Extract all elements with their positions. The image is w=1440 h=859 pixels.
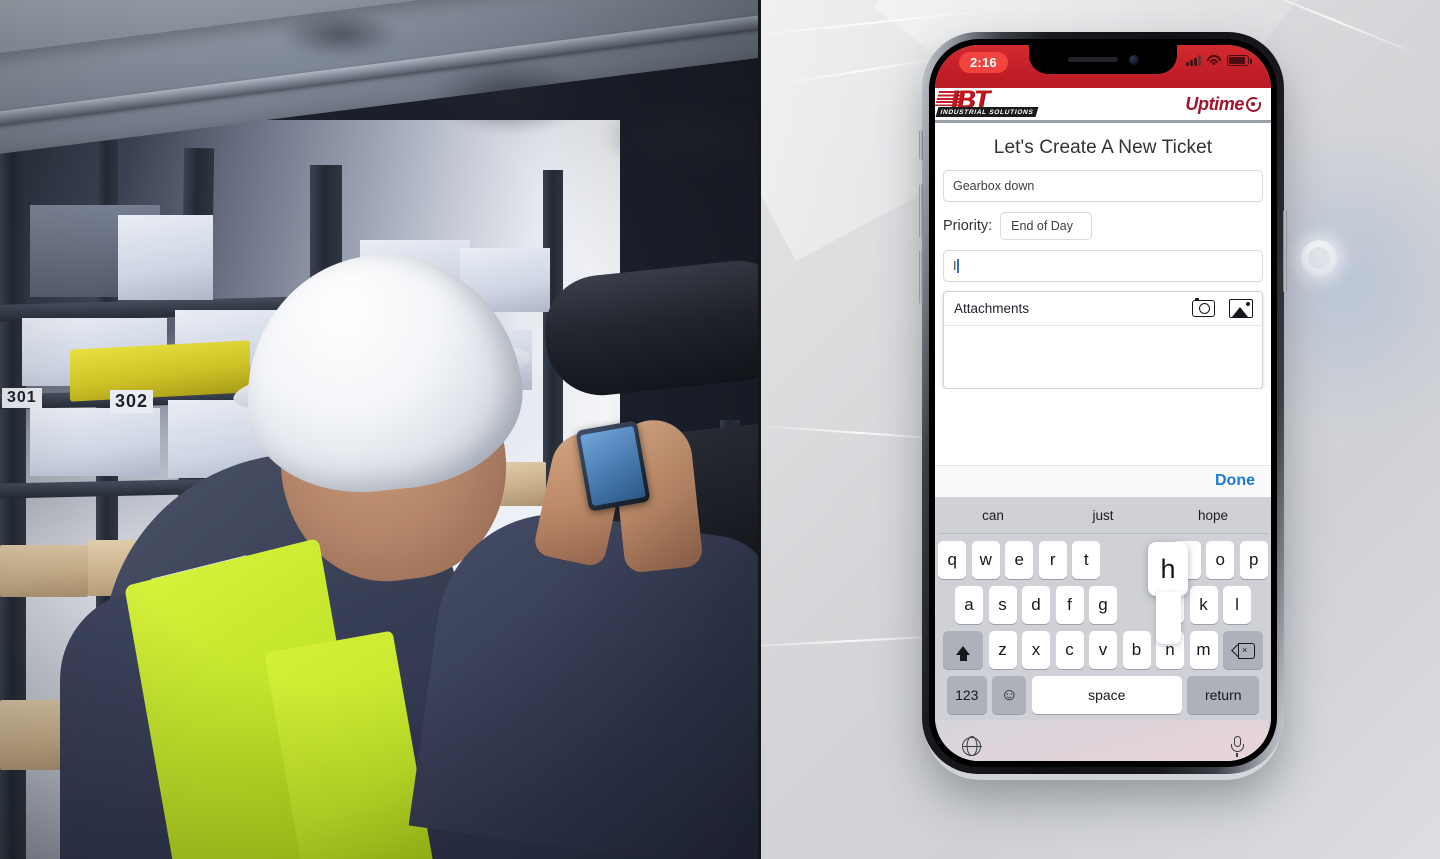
refresh-circle-icon	[1246, 96, 1261, 112]
attachments-header: Attachments	[944, 292, 1262, 326]
key-s[interactable]: s	[988, 586, 1017, 624]
wifi-icon	[1207, 55, 1221, 66]
silence-switch[interactable]	[919, 130, 923, 160]
delete-icon: ×	[1233, 643, 1255, 659]
status-indicators	[1186, 55, 1252, 66]
photo-bin-label: 301	[2, 388, 42, 408]
attachments-card: Attachments	[943, 291, 1263, 389]
key-p[interactable]: p	[1239, 541, 1268, 579]
key-x[interactable]: x	[1022, 631, 1050, 669]
key-press-popup: h	[1148, 542, 1188, 644]
microphone-icon[interactable]	[1230, 735, 1244, 757]
photo-bin-label: 302	[110, 390, 154, 413]
power-button[interactable]	[1283, 210, 1287, 292]
key-a[interactable]: a	[955, 586, 983, 624]
photo-beam-smudge	[600, 96, 760, 178]
predictive-suggestion-bar: can just hope	[938, 497, 1268, 534]
key-d[interactable]: d	[1022, 586, 1050, 624]
photo-handheld-phone-screen	[580, 425, 646, 507]
volume-up-button[interactable]	[919, 184, 923, 238]
suggestion-item[interactable]: can	[938, 508, 1048, 523]
key-t[interactable]: t	[1072, 541, 1101, 579]
space-key[interactable]: space	[1031, 676, 1182, 714]
phone-screen: 2:16 IBT INDUSTRIAL SOLUTIONS Uptime Let…	[935, 45, 1271, 761]
cellular-signal-icon	[1186, 55, 1201, 66]
photo-library-icon[interactable]	[1229, 299, 1253, 318]
priority-label: Priority:	[943, 218, 993, 234]
background-photo-warehouse: 301 302	[0, 0, 760, 859]
uptime-logo: Uptime	[1185, 94, 1261, 115]
priority-select[interactable]: End of Day	[1000, 212, 1093, 240]
delete-key[interactable]: ×	[1223, 631, 1263, 669]
notes-input[interactable]: I	[943, 250, 1263, 282]
device-notch	[1029, 45, 1177, 74]
front-camera-icon	[1128, 54, 1139, 65]
key-f[interactable]: f	[1055, 586, 1084, 624]
key-g[interactable]: g	[1089, 586, 1117, 624]
earpiece-speaker	[1067, 57, 1118, 62]
smartphone-mockup: 2:16 IBT INDUSTRIAL SOLUTIONS Uptime Let…	[919, 32, 1287, 774]
app-header: IBT INDUSTRIAL SOLUTIONS Uptime	[935, 86, 1271, 123]
key-k[interactable]: k	[1189, 586, 1218, 624]
key-l[interactable]: l	[1223, 586, 1251, 624]
priority-row: Priority: End of Day	[943, 212, 1263, 240]
key-press-popup-letter: h	[1148, 542, 1188, 596]
keyboard-row-1: q w e r t y u i o p	[938, 541, 1268, 579]
globe-icon[interactable]	[961, 736, 982, 756]
done-button[interactable]: Done	[1215, 472, 1255, 490]
key-c[interactable]: c	[1055, 631, 1084, 669]
photo-yellow-bin	[70, 340, 250, 402]
photo-beam-smudge	[430, 58, 590, 134]
status-time-recording-pill: 2:16	[959, 52, 1008, 73]
backdrop-light-orb-core	[1308, 247, 1330, 269]
photo-carton	[0, 545, 88, 597]
numbers-key[interactable]: 123	[946, 676, 987, 714]
shift-key[interactable]	[943, 631, 983, 669]
battery-icon	[1227, 55, 1252, 66]
text-caret	[957, 259, 960, 273]
keyboard-row-3: z x c v b n m ×	[938, 631, 1268, 669]
attachment-actions	[1192, 297, 1253, 318]
keyboard-row-2: a s d f g h j k l	[938, 586, 1268, 624]
key-r[interactable]: r	[1038, 541, 1067, 579]
keyboard-bottom-bar	[938, 720, 1268, 761]
ibt-logo: IBT INDUSTRIAL SOLUTIONS	[935, 86, 1045, 119]
photo-beam-smudge	[280, 10, 400, 58]
notes-value: I	[953, 259, 957, 273]
volume-down-button[interactable]	[919, 250, 923, 304]
attachments-label: Attachments	[954, 301, 1030, 316]
new-ticket-form: Let's Create A New Ticket Gearbox down P…	[935, 123, 1271, 389]
photo-parts-bin	[30, 408, 160, 476]
key-o[interactable]: o	[1206, 541, 1235, 579]
key-press-popup-stem	[1155, 592, 1181, 644]
key-e[interactable]: e	[1005, 541, 1034, 579]
page-title: Let's Create A New Ticket	[993, 137, 1213, 158]
photo-parts-bin	[118, 215, 213, 300]
key-m[interactable]: m	[1189, 631, 1218, 669]
key-q[interactable]: q	[938, 541, 967, 579]
shift-icon	[956, 645, 970, 661]
ticket-subject-input[interactable]: Gearbox down	[943, 170, 1263, 202]
keyboard-accessory-bar: Done	[935, 465, 1271, 497]
key-v[interactable]: v	[1089, 631, 1117, 669]
ibt-tagline: INDUSTRIAL SOLUTIONS	[935, 107, 1039, 117]
key-w[interactable]: w	[971, 541, 1000, 579]
software-keyboard: can just hope q w e r t y u i o p a s d …	[935, 497, 1271, 761]
emoji-key[interactable]: ☺	[992, 676, 1027, 714]
form-spacer	[935, 389, 1271, 465]
status-bar: 2:16	[935, 45, 1271, 88]
suggestion-item[interactable]: hope	[1158, 508, 1268, 523]
return-key[interactable]: return	[1187, 676, 1260, 714]
key-z[interactable]: z	[988, 631, 1017, 669]
keyboard-row-4: 123 ☺ space return	[938, 676, 1268, 720]
suggestion-item[interactable]: just	[1048, 508, 1158, 523]
camera-icon[interactable]	[1192, 297, 1215, 317]
uptime-wordmark: Uptime	[1185, 93, 1244, 114]
key-b[interactable]: b	[1122, 631, 1151, 669]
